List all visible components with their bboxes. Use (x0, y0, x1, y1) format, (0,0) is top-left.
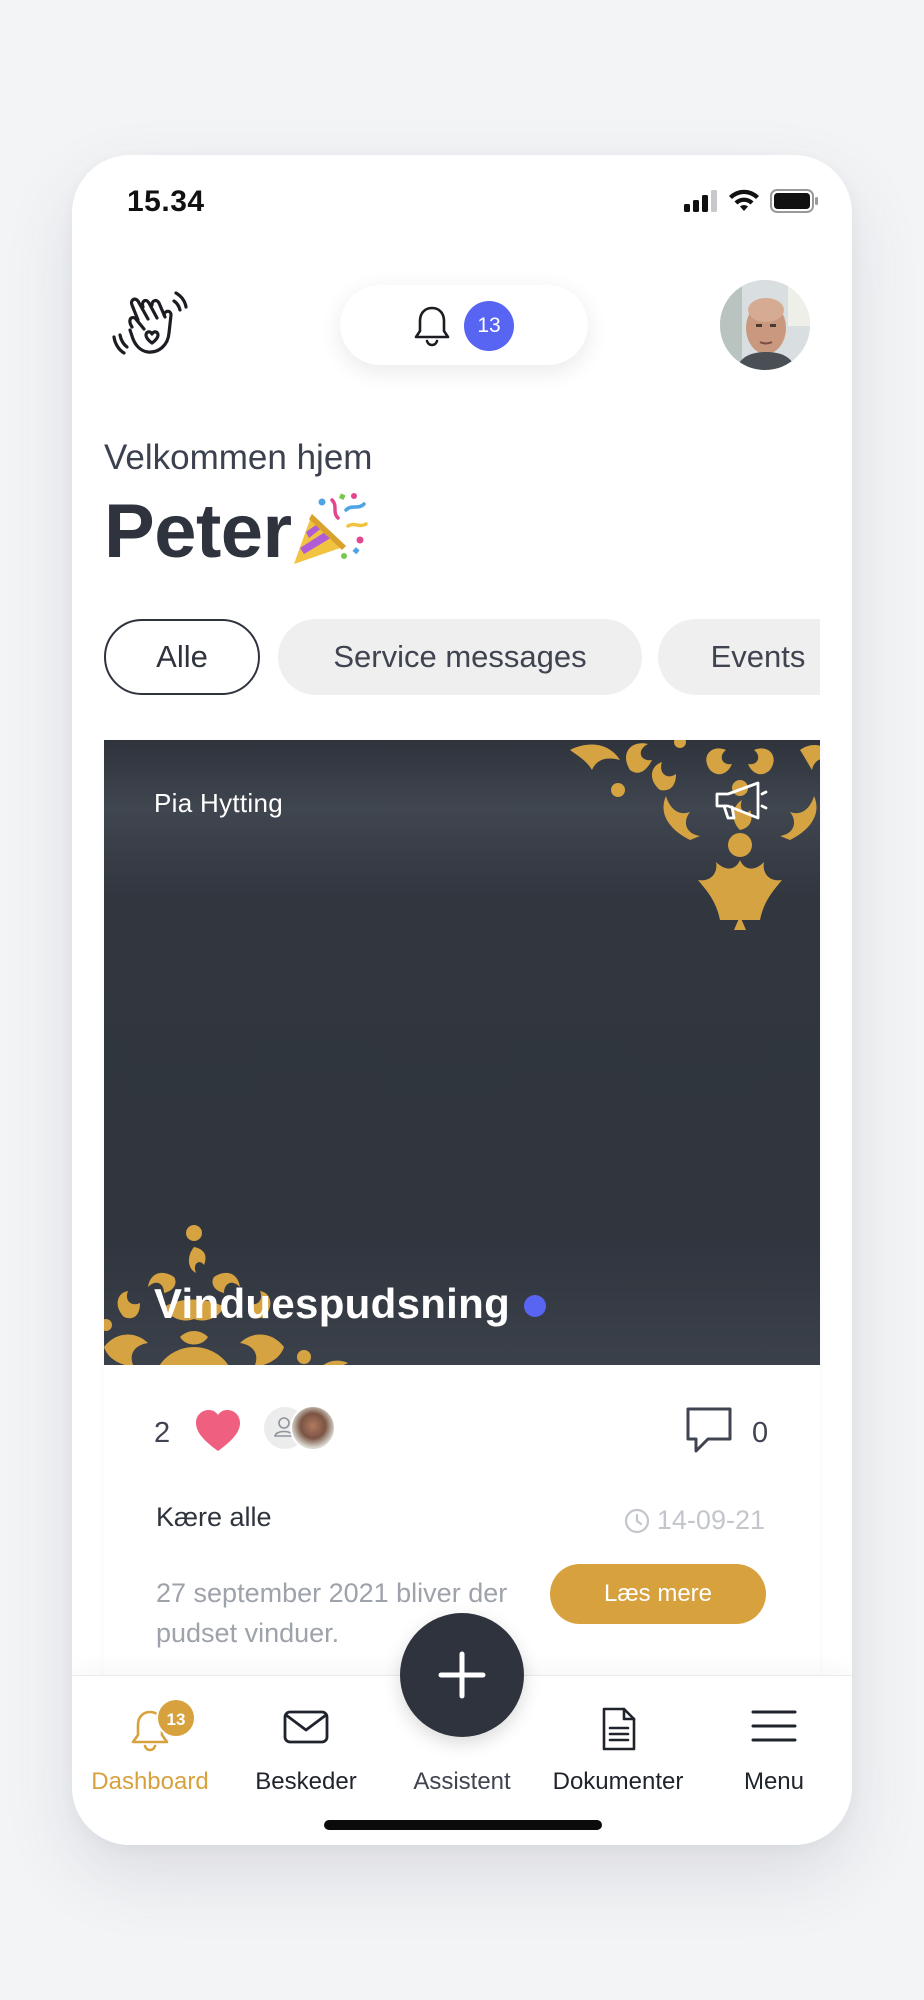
filter-chips: Alle Service messages Events (104, 619, 820, 695)
add-button[interactable] (400, 1613, 524, 1737)
greeting-name-row: Peter (104, 488, 370, 575)
hamburger-menu-icon (751, 1710, 797, 1742)
tab-menu[interactable]: Menu (696, 1676, 852, 1806)
tab-beskeder[interactable]: Beskeder (228, 1676, 384, 1806)
read-more-button[interactable]: Læs mere (550, 1564, 766, 1624)
envelope-icon (283, 1710, 329, 1744)
post-date-text: 14-09-21 (656, 1505, 765, 1535)
post-title-row: Vinduespudsning (154, 1280, 547, 1328)
comment-icon[interactable] (684, 1405, 734, 1455)
wifi-icon (729, 189, 759, 211)
megaphone-icon (715, 781, 768, 820)
filter-chip-alle[interactable]: Alle (104, 619, 260, 695)
tab-label-dokumenter: Dokumenter (552, 1768, 684, 1795)
notification-count-badge: 13 (464, 301, 514, 351)
battery-icon (770, 189, 818, 213)
status-bar: 15.34 (72, 155, 852, 250)
welcome-text: Velkommen hjem (104, 438, 373, 477)
tab-label-menu: Menu (743, 1768, 805, 1795)
liker-avatar-photo (290, 1405, 336, 1451)
liker-avatars[interactable] (262, 1405, 342, 1455)
plus-icon (438, 1651, 486, 1699)
document-icon (602, 1707, 636, 1751)
comment-count: 0 (752, 1417, 769, 1449)
post-author: Pia Hytting (154, 788, 284, 818)
waving-hand-logo-icon[interactable] (110, 283, 195, 363)
tab-label-dashboard: Dashboard (91, 1768, 209, 1795)
profile-avatar[interactable] (720, 280, 810, 370)
filter-chip-service-messages[interactable]: Service messages (278, 619, 642, 695)
clock-icon (624, 1508, 650, 1533)
like-count: 2 (154, 1417, 171, 1449)
filter-chip-events[interactable]: Events (658, 619, 820, 695)
user-name: Peter (104, 489, 292, 574)
damask-ornament-top-right (570, 740, 820, 930)
unread-indicator-dot (524, 1295, 547, 1317)
dashboard-badge: 13 (156, 1698, 196, 1738)
tab-label-beskeder: Beskeder (255, 1768, 357, 1795)
signal-icon (684, 190, 717, 212)
party-popper-icon (293, 492, 368, 564)
post-date: 14-09-21 (623, 1505, 765, 1536)
phone-screen: 15.34 13 Velkommen hjem Peter Alle Servi… (72, 155, 852, 1845)
tab-dokumenter[interactable]: Dokumenter (540, 1676, 696, 1806)
notifications-button[interactable]: 13 (340, 285, 588, 365)
tab-label-assistent: Assistent (413, 1768, 511, 1795)
bell-icon (414, 306, 450, 347)
status-icons (684, 189, 820, 213)
post-title: Vinduespudsning (154, 1280, 511, 1327)
tab-dashboard[interactable]: 13 Dashboard (72, 1676, 228, 1806)
heart-like-icon[interactable] (192, 1407, 244, 1455)
post-hero: Pia Hytting Vinduespudsning (104, 740, 820, 1365)
home-indicator (324, 1820, 602, 1830)
post-greeting: Kære alle (156, 1502, 272, 1532)
status-time: 15.34 (127, 185, 205, 218)
